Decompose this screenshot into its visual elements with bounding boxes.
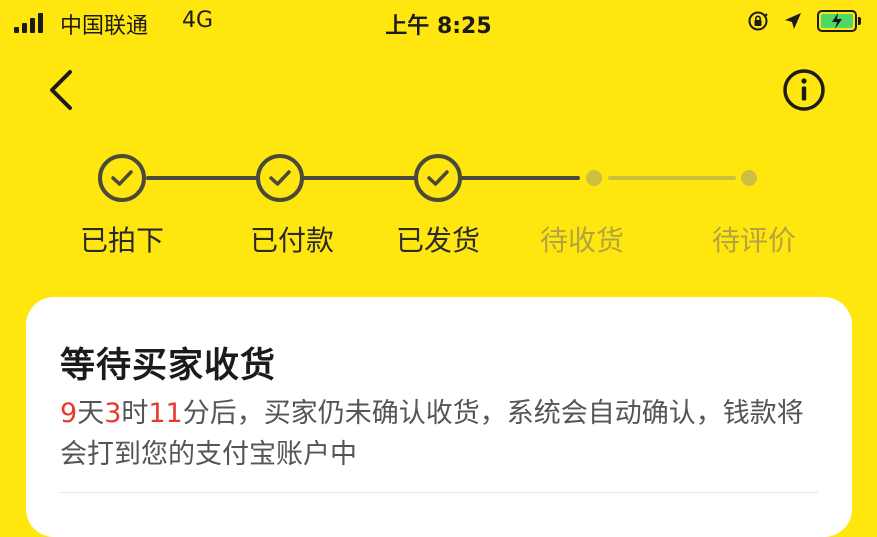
countdown-minutes-unit: 分后， xyxy=(182,398,264,429)
step-label-awaiting-review: 待评价 xyxy=(711,224,796,257)
progress-connector xyxy=(608,176,736,180)
chevron-left-icon xyxy=(50,70,72,110)
step-label-awaiting-receipt: 待收货 xyxy=(539,224,624,257)
progress-connector xyxy=(146,176,258,180)
progress-connector xyxy=(460,176,580,180)
auto-confirm-notice: 9天3时11分后，买家仍未确认收货，系统会自动确认，钱款将会打到您的支付宝账户中 xyxy=(60,393,820,475)
step-2-check-icon xyxy=(256,154,304,202)
orientation-lock-icon xyxy=(748,11,768,31)
step-1-check-icon xyxy=(98,154,146,202)
status-icons xyxy=(747,10,861,32)
location-arrow-icon xyxy=(785,13,801,29)
countdown-days: 9 xyxy=(60,398,78,429)
step-3-check-icon xyxy=(414,154,462,202)
countdown-days-unit: 天 xyxy=(77,398,105,429)
card-divider xyxy=(60,492,818,493)
status-bar: 中国联通 4G 上午 8:25 xyxy=(0,0,877,46)
step-label-paid: 已付款 xyxy=(249,224,334,257)
step-5-dot xyxy=(741,170,757,186)
info-circle-icon xyxy=(783,69,825,111)
status-time: 上午 8:25 xyxy=(385,14,492,39)
order-progress: 已拍下 已付款 已发货 待收货 待评价 xyxy=(0,145,877,265)
countdown-hours: 3 xyxy=(104,398,122,429)
step-label-placed: 已拍下 xyxy=(79,224,164,257)
countdown-hours-unit: 时 xyxy=(121,398,149,429)
back-button[interactable] xyxy=(40,66,84,114)
info-button[interactable] xyxy=(780,66,828,114)
step-4-dot xyxy=(586,170,602,186)
step-label-shipped: 已发货 xyxy=(395,224,480,257)
battery-icon xyxy=(817,10,857,32)
countdown-minutes: 11 xyxy=(148,398,183,429)
order-status-card: 等待买家收货 9天3时11分后，买家仍未确认收货，系统会自动确认，钱款将会打到您… xyxy=(26,297,852,537)
progress-connector xyxy=(302,176,416,180)
order-status-title: 等待买家收货 xyxy=(60,346,277,386)
